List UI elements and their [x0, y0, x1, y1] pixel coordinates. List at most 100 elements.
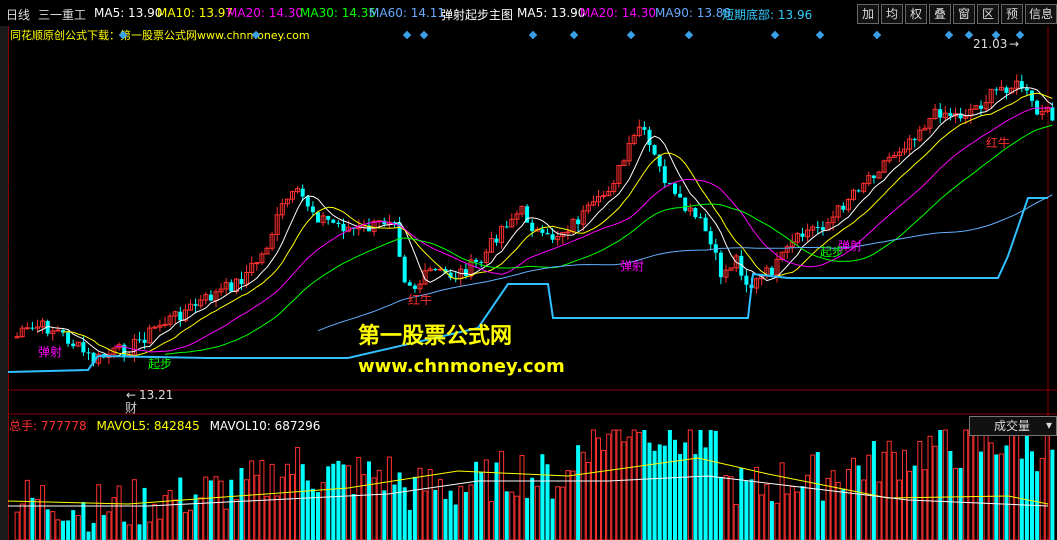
candle-body: [820, 227, 825, 231]
volume-bar: [75, 515, 81, 540]
candle-body: [137, 339, 142, 341]
volume-bar: [560, 486, 566, 540]
volume-bar: [555, 486, 561, 540]
forecast-button[interactable]: 预: [1001, 4, 1023, 24]
volume-bar: [19, 503, 25, 540]
volume-bar: [942, 429, 948, 540]
indicator-bottom: 短期底部: 13.96: [722, 8, 813, 22]
candle-body: [530, 222, 535, 232]
candle-body: [479, 262, 484, 264]
candle-body: [673, 183, 677, 194]
ma30-line: [164, 124, 1053, 355]
volume-bar: [279, 476, 285, 540]
volume-bar: [744, 480, 749, 540]
volume-bar: [509, 491, 515, 540]
volume-bar: [61, 520, 65, 540]
volume-bar: [851, 457, 856, 540]
volume-bar: [876, 481, 882, 540]
volume-bar: [45, 509, 50, 540]
volume-bar: [346, 465, 352, 540]
volume-bar: [713, 430, 718, 540]
candle-body: [336, 222, 341, 224]
volume-bar: [382, 490, 387, 540]
volume-bar: [96, 484, 102, 540]
volume-bar: [40, 485, 46, 540]
volume-bar: [468, 484, 474, 540]
volume-bar: [448, 490, 453, 540]
candle-body: [698, 217, 703, 219]
volume-bar: [968, 429, 974, 540]
volume-bar: [514, 495, 520, 540]
candle-body: [437, 268, 443, 271]
candle-body: [540, 229, 545, 233]
volume-bar: [616, 429, 622, 540]
candle-body: [1050, 107, 1055, 121]
volume-bar: [687, 429, 693, 540]
volume-bar: [927, 435, 933, 540]
watermark-title: 第一股票公式网: [358, 324, 513, 349]
volume-bar: [657, 444, 662, 540]
low-price-label: 13.21: [139, 388, 173, 402]
volume-bar: [1050, 449, 1055, 540]
range-button[interactable]: 区: [977, 4, 999, 24]
ma20-value: MA20: 14.30: [227, 6, 304, 20]
candle-body: [550, 234, 555, 240]
candle-body: [545, 232, 550, 235]
volume-bar: [504, 491, 509, 540]
add-button[interactable]: 加: [857, 4, 879, 24]
indicator-name[interactable]: 弹射起步主图: [441, 6, 513, 23]
average-button[interactable]: 均: [881, 4, 903, 24]
candle-body: [1024, 88, 1029, 91]
volume-bar: [239, 468, 244, 540]
volume-bar: [137, 524, 142, 540]
rights-button[interactable]: 权: [905, 4, 927, 24]
candle-body: [938, 109, 943, 118]
volume-bar: [361, 474, 367, 540]
ma60-value: MA60: 14.11: [369, 6, 446, 20]
candle-body: [81, 342, 86, 353]
volume-bar: [142, 487, 147, 540]
volume-bar: [733, 503, 739, 540]
volume-bar: [856, 465, 861, 540]
volume-bar: [30, 497, 35, 540]
volume-bar: [284, 463, 290, 540]
volume-bar: [474, 461, 479, 540]
chart-toolbar: 加均权叠窗区预信息: [855, 4, 1057, 24]
candle-body: [718, 252, 723, 278]
candle-body: [494, 238, 499, 243]
volume-indicator-select[interactable]: 成交量 ▾: [969, 416, 1057, 436]
candle-body: [239, 279, 244, 285]
period-label[interactable]: 日线: [6, 6, 30, 23]
volume-bar: [784, 493, 790, 540]
volume-bar: [866, 454, 872, 540]
volume-bar: [1044, 429, 1050, 540]
volume-bar: [1014, 432, 1020, 540]
volume-bar: [845, 469, 851, 540]
candle-body: [683, 197, 688, 211]
candle-body: [305, 196, 310, 207]
overlay-button[interactable]: 叠: [929, 4, 951, 24]
volume-bar: [800, 486, 805, 540]
volume-bar: [178, 477, 183, 540]
candle-body: [1030, 90, 1034, 101]
price-chart[interactable]: 弹射起步红牛弹射起步弹射红牛财21.03 →← 13.21: [8, 26, 1057, 540]
volume-bar: [458, 485, 464, 540]
volume-bar: [886, 440, 892, 540]
candle-body: [504, 226, 509, 228]
candle-body: [55, 329, 61, 332]
volume-bar: [525, 497, 530, 540]
volume-bar: [861, 479, 867, 540]
volume-bar: [397, 472, 402, 540]
ma5-value: MA5: 13.90: [94, 6, 163, 20]
volume-bar: [1024, 430, 1029, 540]
signal-label: 红牛: [408, 292, 432, 307]
high-price-label: 21.03: [973, 37, 1007, 51]
window-button[interactable]: 窗: [953, 4, 975, 24]
ma10-line: [62, 92, 1053, 357]
volume-bar: [336, 460, 341, 540]
info-button[interactable]: 信息: [1025, 4, 1057, 24]
volume-bar: [550, 498, 555, 540]
volume-bar: [101, 515, 106, 540]
volume-bar: [590, 429, 596, 540]
volume-bar: [922, 469, 928, 540]
